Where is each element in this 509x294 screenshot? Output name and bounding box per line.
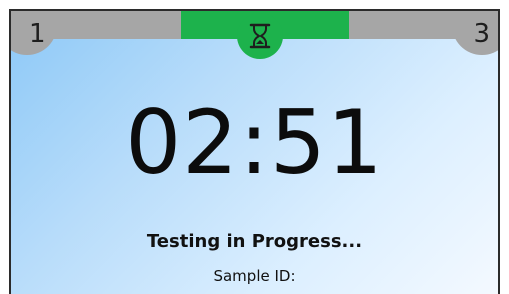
step-number-previous: 1 <box>29 19 46 49</box>
sample-id-label: Sample ID: <box>213 267 296 285</box>
countdown-timer: 02:51 <box>125 91 384 194</box>
status-message: Testing in Progress... <box>146 231 363 252</box>
hourglass-icon <box>249 23 271 49</box>
device-screen: 1 3 02:51 Testing in Progress... Sample … <box>9 9 500 294</box>
step-number-next: 3 <box>473 19 490 49</box>
current-step-indicator <box>237 13 283 59</box>
